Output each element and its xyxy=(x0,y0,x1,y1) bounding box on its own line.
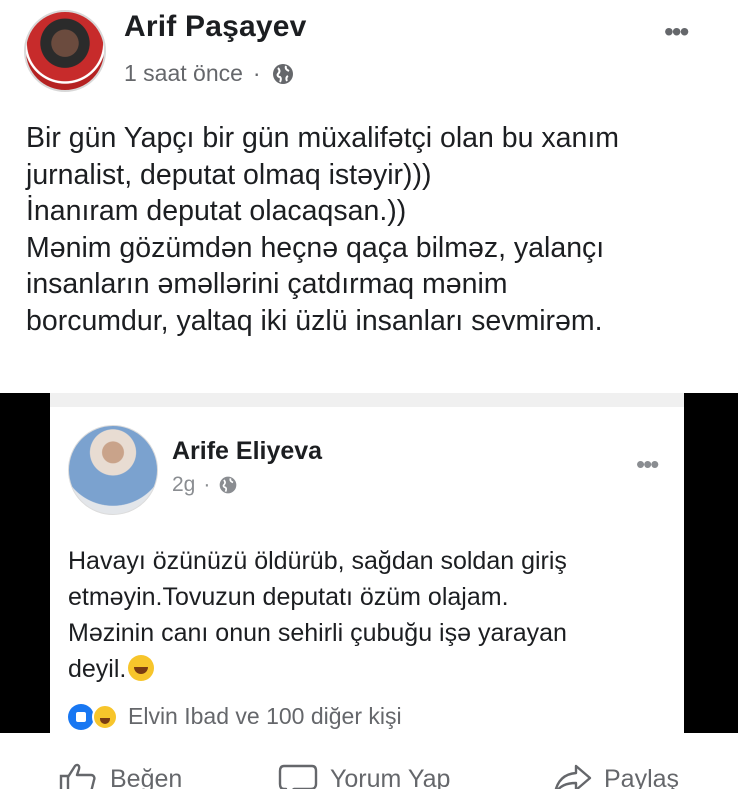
shared-more-icon: ••• xyxy=(636,449,659,479)
shared-reactions: Elvin Ibad ve 100 diğer kişi xyxy=(68,703,402,730)
grinning-emoji-icon xyxy=(128,655,155,681)
author-avatar[interactable] xyxy=(24,10,106,92)
shared-author-name: Arife Eliyeva xyxy=(172,437,323,465)
post-text-line: Mənim gözümdən heçnə qaça bilməz, yalanç… xyxy=(26,231,605,264)
share-label: Paylaş xyxy=(604,764,680,789)
shared-text-line: Məzinin canı onun sehirli çubuğu işə yar… xyxy=(68,619,567,647)
shared-post-card: Arife Eliyeva 2g · ••• Havayı özünüzü öl… xyxy=(50,407,684,733)
shared-text-line: etməyin.Tovuzun deputatı özüm olajam. xyxy=(68,583,509,611)
shared-meta-separator: · xyxy=(203,473,211,496)
thumbs-up-icon xyxy=(59,763,96,789)
comment-bubble-icon xyxy=(278,764,318,789)
shared-text-line: deyil. xyxy=(68,655,127,683)
post-header: Arif Paşayev 1 saat önce · ••• xyxy=(0,0,738,100)
post-text-line: jurnalist, deputat olmaq istəyir))) xyxy=(26,158,432,191)
globe-icon[interactable] xyxy=(271,62,295,86)
comment-button[interactable]: Yorum Yap xyxy=(278,762,450,789)
post-text: Bir gün Yapçı bir gün müxalifətçi olan b… xyxy=(26,120,726,339)
post-time[interactable]: 1 saat önce xyxy=(124,60,243,87)
post-text-line: Bir gün Yapçı bir gün müxalifətçi olan b… xyxy=(26,122,620,154)
author-name[interactable]: Arif Paşayev xyxy=(124,10,307,44)
reactions-summary: Elvin Ibad ve 100 diğer kişi xyxy=(128,703,402,729)
shared-post-text: Havayı özünüzü öldürüb, sağdan soldan gi… xyxy=(68,543,668,687)
share-arrow-icon xyxy=(554,764,592,789)
comment-label: Yorum Yap xyxy=(330,764,451,789)
shared-post-time: 2g xyxy=(172,473,196,496)
haha-reaction-icon xyxy=(92,703,118,730)
meta-separator: · xyxy=(252,60,261,86)
shared-text-line-last: deyil. xyxy=(68,651,668,687)
share-button[interactable]: Paylaş xyxy=(552,762,679,789)
post-image[interactable]: Arife Eliyeva 2g · ••• Havayı özünüzü öl… xyxy=(0,393,738,733)
post-text-line: İnanıram deputat olacaqsan.)) xyxy=(26,195,407,227)
post-meta: 1 saat önce · xyxy=(124,60,295,87)
like-button[interactable]: Beğen xyxy=(58,762,182,789)
shared-globe-icon xyxy=(220,476,237,494)
more-options-icon[interactable]: ••• xyxy=(664,18,689,46)
like-reaction-icon xyxy=(68,703,94,730)
shared-screenshot: Arife Eliyeva 2g · ••• Havayı özünüzü öl… xyxy=(50,393,684,733)
post-actions: Beğen Yorum Yap Paylaş xyxy=(0,744,738,789)
like-label: Beğen xyxy=(110,764,183,789)
shared-post-meta: 2g · xyxy=(172,473,238,497)
post-text-line: borcumdur, yaltaq iki üzlü insanları sev… xyxy=(26,304,603,337)
post-text-line: insanların əməllərini çatdırmaq mənim xyxy=(26,268,508,300)
shared-text-line: Havayı özünüzü öldürüb, sağdan soldan gi… xyxy=(68,547,567,575)
shared-author-avatar xyxy=(68,425,158,515)
